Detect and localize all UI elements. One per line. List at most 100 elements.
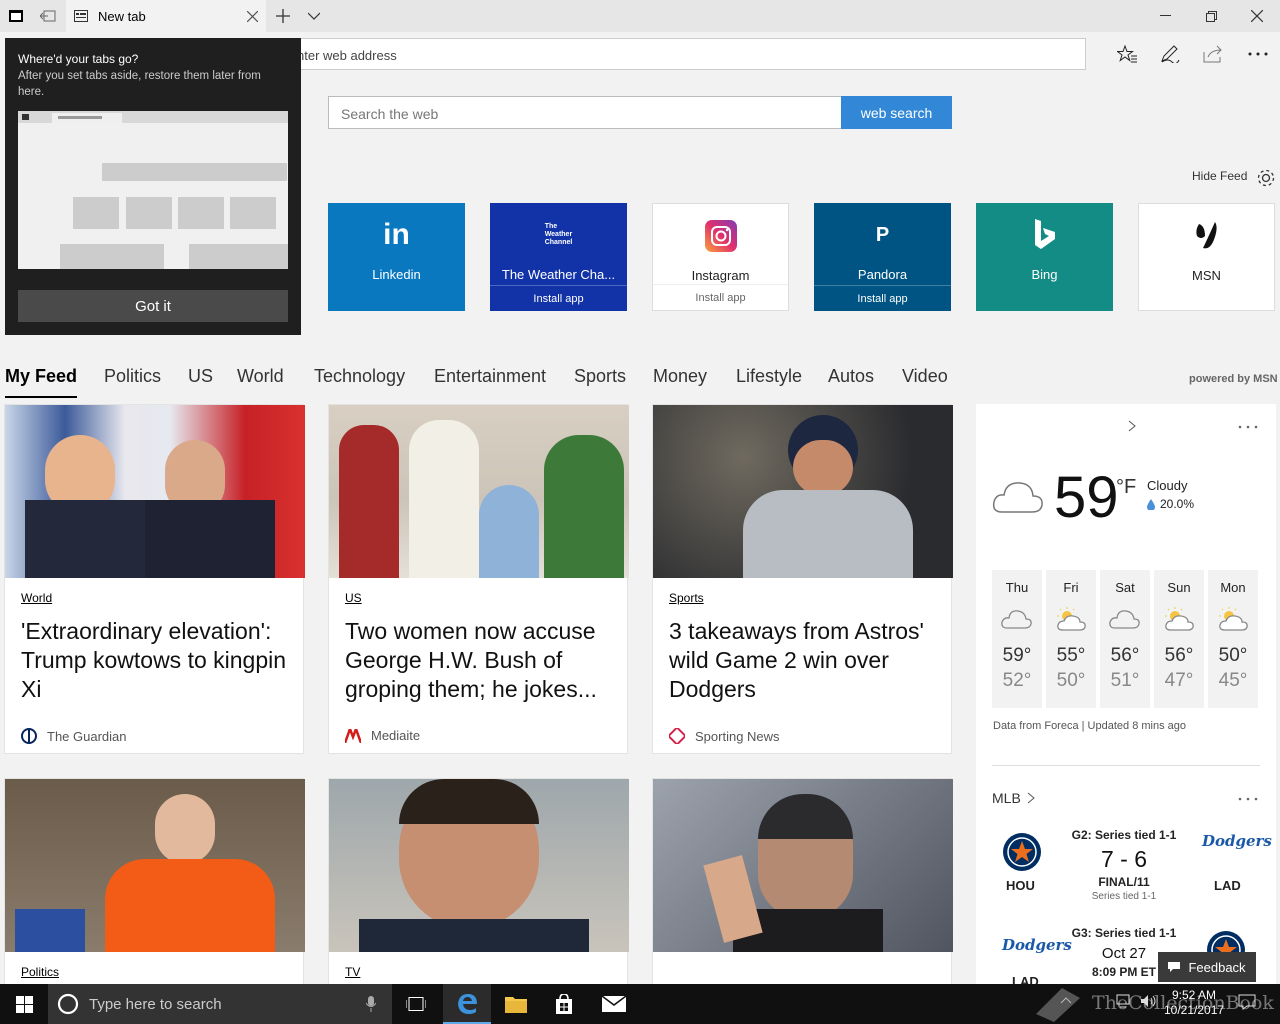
- tab-autos[interactable]: Autos: [828, 366, 874, 392]
- tab-politics[interactable]: Politics: [104, 366, 161, 392]
- game-status: FINAL/11: [1098, 875, 1150, 889]
- team-abbrev: HOU: [1006, 878, 1035, 893]
- news-category[interactable]: Sports: [669, 591, 704, 605]
- tab-money[interactable]: Money: [653, 366, 707, 392]
- gear-icon: [1257, 169, 1275, 187]
- tab-technology[interactable]: Technology: [314, 366, 405, 392]
- tile-pandora[interactable]: P Pandora Install app: [814, 203, 951, 311]
- mail-button[interactable]: [590, 984, 638, 1024]
- tile-msn[interactable]: MSN: [1138, 203, 1275, 311]
- install-app-link[interactable]: Install app: [814, 285, 951, 311]
- install-app-link[interactable]: Install app: [490, 285, 627, 311]
- weather-more-button[interactable]: [1238, 425, 1258, 429]
- set-tabs-aside-button[interactable]: [32, 0, 64, 32]
- raindrop-icon: [1147, 498, 1155, 510]
- news-card[interactable]: [652, 778, 953, 984]
- news-category[interactable]: TV: [345, 965, 360, 979]
- web-note-button[interactable]: [1150, 38, 1190, 70]
- forecast-day[interactable]: Thu 59° 52°: [992, 570, 1042, 708]
- tabs-aside-illustration: [18, 111, 288, 269]
- got-it-button[interactable]: Got it: [18, 290, 288, 322]
- search-input[interactable]: Search the web: [328, 96, 842, 129]
- tab-entertainment[interactable]: Entertainment: [434, 366, 546, 392]
- tile-weather-channel[interactable]: The Weather Channel The Weather Cha... Ins…: [490, 203, 627, 311]
- cortana-icon: [57, 993, 79, 1015]
- tab-my-feed[interactable]: My Feed: [5, 366, 78, 398]
- more-button[interactable]: [1238, 38, 1278, 70]
- tab-preview-button[interactable]: [298, 0, 330, 32]
- mlb-header[interactable]: MLB: [992, 790, 1035, 806]
- task-view-button[interactable]: [392, 984, 440, 1024]
- news-category[interactable]: US: [345, 591, 362, 605]
- news-card[interactable]: TV: [328, 778, 629, 984]
- news-card[interactable]: Politics: [4, 778, 305, 984]
- edge-taskbar-button[interactable]: [443, 984, 491, 1024]
- tile-linkedin[interactable]: in Linkedin: [328, 203, 465, 311]
- minimize-button[interactable]: [1142, 0, 1188, 32]
- settings-button[interactable]: [1256, 168, 1276, 188]
- microphone-icon: [366, 996, 376, 1012]
- start-button[interactable]: [0, 984, 48, 1024]
- close-window-button[interactable]: [1234, 0, 1280, 32]
- news-headline[interactable]: 3 takeaways from Astros' wild Game 2 win…: [669, 617, 944, 704]
- tab-sports[interactable]: Sports: [574, 366, 626, 392]
- tile-label: Instagram: [691, 268, 750, 283]
- set-aside-icon: [40, 10, 56, 22]
- forecast-day[interactable]: Fri 55° 50°: [1046, 570, 1096, 708]
- favorites-button[interactable]: [1107, 38, 1147, 70]
- news-image: [329, 405, 629, 578]
- tab-new-tab[interactable]: New tab: [66, 0, 266, 32]
- news-card[interactable]: Sports 3 takeaways from Astros' wild Gam…: [652, 404, 953, 754]
- hide-feed-link[interactable]: Hide Feed: [1192, 169, 1247, 183]
- feedback-button[interactable]: Feedback: [1158, 952, 1256, 982]
- news-card[interactable]: World 'Extraordinary elevation': Trump k…: [4, 404, 305, 754]
- astros-logo-icon: [1002, 832, 1042, 872]
- forecast-day[interactable]: Mon 50° 45°: [1208, 570, 1258, 708]
- partly-sunny-icon: [1208, 601, 1258, 637]
- tab-video[interactable]: Video: [902, 366, 948, 392]
- tabs-aside-button[interactable]: [0, 0, 32, 32]
- plus-icon: [276, 9, 290, 23]
- weather-channel-icon: The Weather Channel: [544, 223, 573, 246]
- bing-icon: [1033, 217, 1057, 253]
- forecast-day[interactable]: Sat 56° 51°: [1100, 570, 1150, 708]
- close-tab-icon[interactable]: [238, 10, 266, 22]
- new-tab-button[interactable]: [267, 0, 299, 32]
- chevron-right-icon[interactable]: [1128, 420, 1136, 432]
- tab-us[interactable]: US: [188, 366, 213, 392]
- forecast-day[interactable]: Sun 56° 47°: [1154, 570, 1204, 708]
- news-image: [653, 405, 953, 578]
- pen-icon: [1161, 45, 1180, 63]
- taskbar-search-box[interactable]: Type here to search: [48, 984, 392, 1024]
- news-image: [653, 779, 953, 952]
- news-headline[interactable]: 'Extraordinary elevation': Trump kowtows…: [21, 617, 296, 704]
- msn-icon: [1193, 218, 1221, 254]
- mlb-more-button[interactable]: [1238, 797, 1258, 801]
- news-headline[interactable]: Two women now accuse George H.W. Bush of…: [345, 617, 620, 704]
- mediaite-icon: [345, 728, 361, 743]
- partly-sunny-icon: [1046, 601, 1096, 637]
- cloud-icon: [992, 601, 1042, 637]
- weather-condition: Cloudy: [1147, 478, 1188, 493]
- share-button[interactable]: [1193, 38, 1233, 70]
- tile-bing[interactable]: Bing: [976, 203, 1113, 311]
- more-dots-icon: [1238, 425, 1258, 429]
- web-search-button[interactable]: web search: [841, 96, 952, 129]
- news-source: Mediaite: [345, 728, 420, 743]
- popup-body: After you set tabs aside, restore them l…: [18, 70, 261, 98]
- news-card[interactable]: US Two women now accuse George H.W. Bush…: [328, 404, 629, 754]
- file-explorer-button[interactable]: [492, 984, 540, 1024]
- chevron-down-icon: [308, 12, 320, 20]
- precipitation: 20.0%: [1147, 497, 1194, 511]
- restore-button[interactable]: [1188, 0, 1234, 32]
- tile-label: Linkedin: [372, 267, 421, 282]
- tab-world[interactable]: World: [237, 366, 284, 392]
- tile-instagram[interactable]: Instagram Install app: [652, 203, 789, 311]
- tab-lifestyle[interactable]: Lifestyle: [736, 366, 802, 392]
- news-category[interactable]: World: [21, 591, 52, 605]
- address-bar[interactable]: nter web address: [196, 38, 1086, 70]
- windows-logo-icon: [15, 995, 33, 1013]
- install-app-link[interactable]: Install app: [653, 284, 788, 310]
- store-button[interactable]: [540, 984, 588, 1024]
- news-category[interactable]: Politics: [21, 965, 59, 979]
